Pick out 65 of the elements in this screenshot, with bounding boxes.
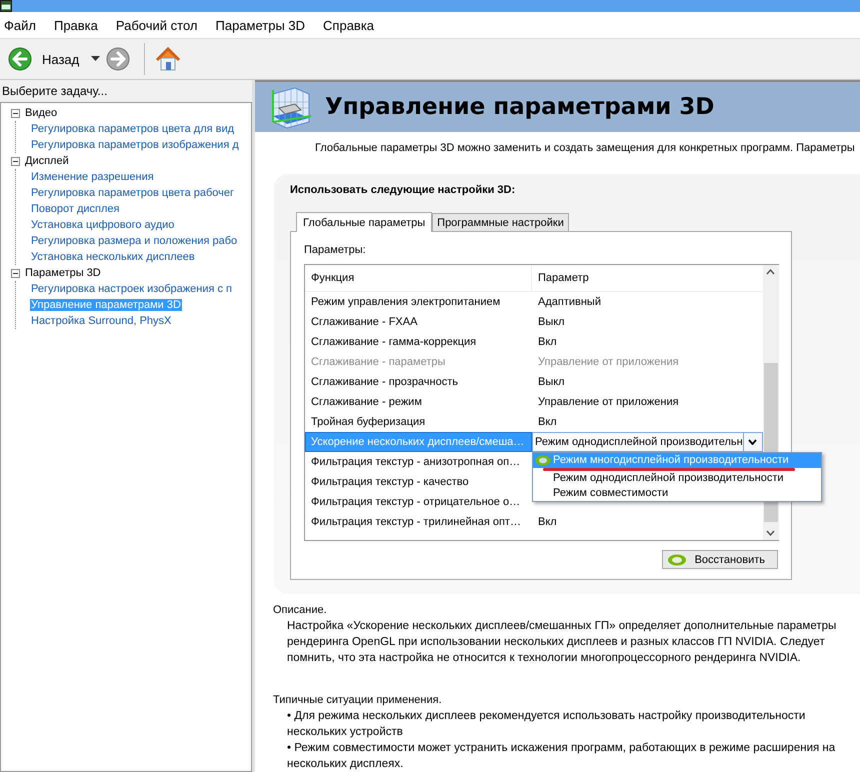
- table-cell-text: Управление от приложения: [537, 395, 680, 410]
- tab[interactable]: Глобальные параметры: [296, 212, 432, 232]
- tree-item[interactable]: Поворот дисплея: [30, 203, 120, 215]
- dropdown-option[interactable]: Режим однодисплейной производительности: [533, 471, 821, 486]
- page-subtitle: Глобальные параметры 3D можно заменить и создать замещения для конкретных программ. Параметры: [314, 141, 856, 156]
- scroll-down-icon[interactable]: [766, 530, 776, 536]
- table-cell-text: Выкл: [537, 375, 566, 390]
- usage-title: Типичные ситуации применения.: [273, 693, 443, 708]
- section-title: Использовать следующие настройки 3D:: [290, 183, 516, 198]
- tree-item[interactable]: Регулировка параметров цвета рабочег: [30, 187, 236, 199]
- sidebar-title: Выберите задачу...: [1, 83, 108, 100]
- description-title: Описание.: [273, 603, 328, 618]
- menu-item[interactable]: Правка: [54, 18, 106, 32]
- table-cell[interactable]: Фильтрация текстур - трилинейная опт…: [305, 512, 532, 532]
- menu-item[interactable]: Справка: [323, 18, 382, 32]
- dropdown-caret-icon[interactable]: [91, 56, 100, 62]
- tree-item[interactable]: Регулировка настроек изображения с п: [30, 283, 234, 295]
- tree-item[interactable]: Установка нескольких дисплеев: [30, 251, 196, 263]
- usage-item: • Для режима нескольких дисплеев рекомендуется использовать настройку производительности нескольких устройств: [286, 709, 806, 740]
- eye-logo-icon: [666, 554, 687, 566]
- menu-item[interactable]: Файл: [4, 18, 44, 32]
- table-cell[interactable]: Фильтрация текстур - отрицательное о…: [305, 492, 532, 512]
- tree-group[interactable]: Видео: [24, 107, 58, 119]
- tree-item[interactable]: Настройка Surround, PhysX: [30, 315, 172, 327]
- tree-item[interactable]: Изменение разрешения: [30, 171, 155, 183]
- table-cell-text: Вкл: [537, 415, 558, 430]
- table-cell[interactable]: Фильтрация текстур - качество: [305, 472, 532, 492]
- scroll-up-icon[interactable]: [766, 269, 776, 275]
- menu-item[interactable]: Параметры 3D: [216, 18, 314, 32]
- tree-item[interactable]: Регулировка размера и положения рабо: [30, 235, 238, 247]
- column-header[interactable]: Функция: [305, 265, 532, 291]
- dropdown-field[interactable]: Режим однодисплейной производительн: [532, 432, 763, 452]
- table-cell-text: Выкл: [537, 315, 566, 330]
- collapse-icon[interactable]: [11, 268, 20, 278]
- tree-item[interactable]: Установка цифрового аудио: [30, 219, 176, 231]
- tab[interactable]: Программные настройки: [432, 213, 569, 231]
- table-cell-text: Адаптивный: [537, 295, 602, 310]
- collapse-icon[interactable]: [11, 156, 20, 166]
- table-cell[interactable]: Сглаживание - гамма-коррекция: [305, 332, 532, 352]
- table-cell[interactable]: Тройная буферизация: [305, 412, 532, 432]
- parameters-label: Параметры:: [304, 244, 367, 258]
- tree-group[interactable]: Дисплей: [24, 155, 70, 167]
- tree-item[interactable]: Регулировка параметров цвета для вид: [30, 123, 236, 135]
- table-cell[interactable]: Сглаживание - прозрачность: [305, 372, 532, 392]
- page-title: Управление параметрами 3D: [325, 94, 714, 120]
- home-icon[interactable]: [155, 46, 182, 72]
- chevron-down-icon: [748, 439, 758, 445]
- table-cell[interactable]: Режим управления электропитанием: [305, 292, 532, 312]
- restore-button[interactable]: Восстановить: [662, 550, 778, 569]
- table-cell-text: Вкл: [537, 335, 558, 350]
- tree-group[interactable]: Параметры 3D: [24, 267, 102, 279]
- usage-item: • Режим совместимости может устранить искажения программ, работающих в режиме расширения на нескольких дисплеях.: [286, 741, 836, 772]
- tree-item[interactable]: Регулировка параметров изображения д: [30, 139, 240, 151]
- back-button[interactable]: Назад: [8, 47, 80, 71]
- table-cell-text: Вкл: [537, 515, 558, 530]
- table-cell-text: Управление от приложения: [537, 355, 680, 370]
- table-cell[interactable]: Сглаживание - режим: [305, 392, 532, 412]
- table-cell[interactable]: Сглаживание - FXAA: [305, 312, 532, 332]
- column-header[interactable]: Параметр: [532, 265, 763, 291]
- eye-logo-icon: [535, 455, 551, 466]
- table-cell[interactable]: Фильтрация текстур - анизотропная оп…: [305, 452, 532, 472]
- dropdown-option[interactable]: Режим совместимости: [533, 486, 821, 501]
- collapse-icon[interactable]: [11, 108, 20, 118]
- description-text: Настройка «Ускорение нескольких дисплеев/смешанных ГП» определяет дополнительные параметры рендеринга OpenGL при использовании нескольких дисплеев и разных классов ГП NVIDIA. Следует помнить, что эта настройка не относится к технологии многопроцессорного рендеринга NVIDIA.: [286, 619, 838, 666]
- menu-item[interactable]: Рабочий стол: [116, 18, 206, 32]
